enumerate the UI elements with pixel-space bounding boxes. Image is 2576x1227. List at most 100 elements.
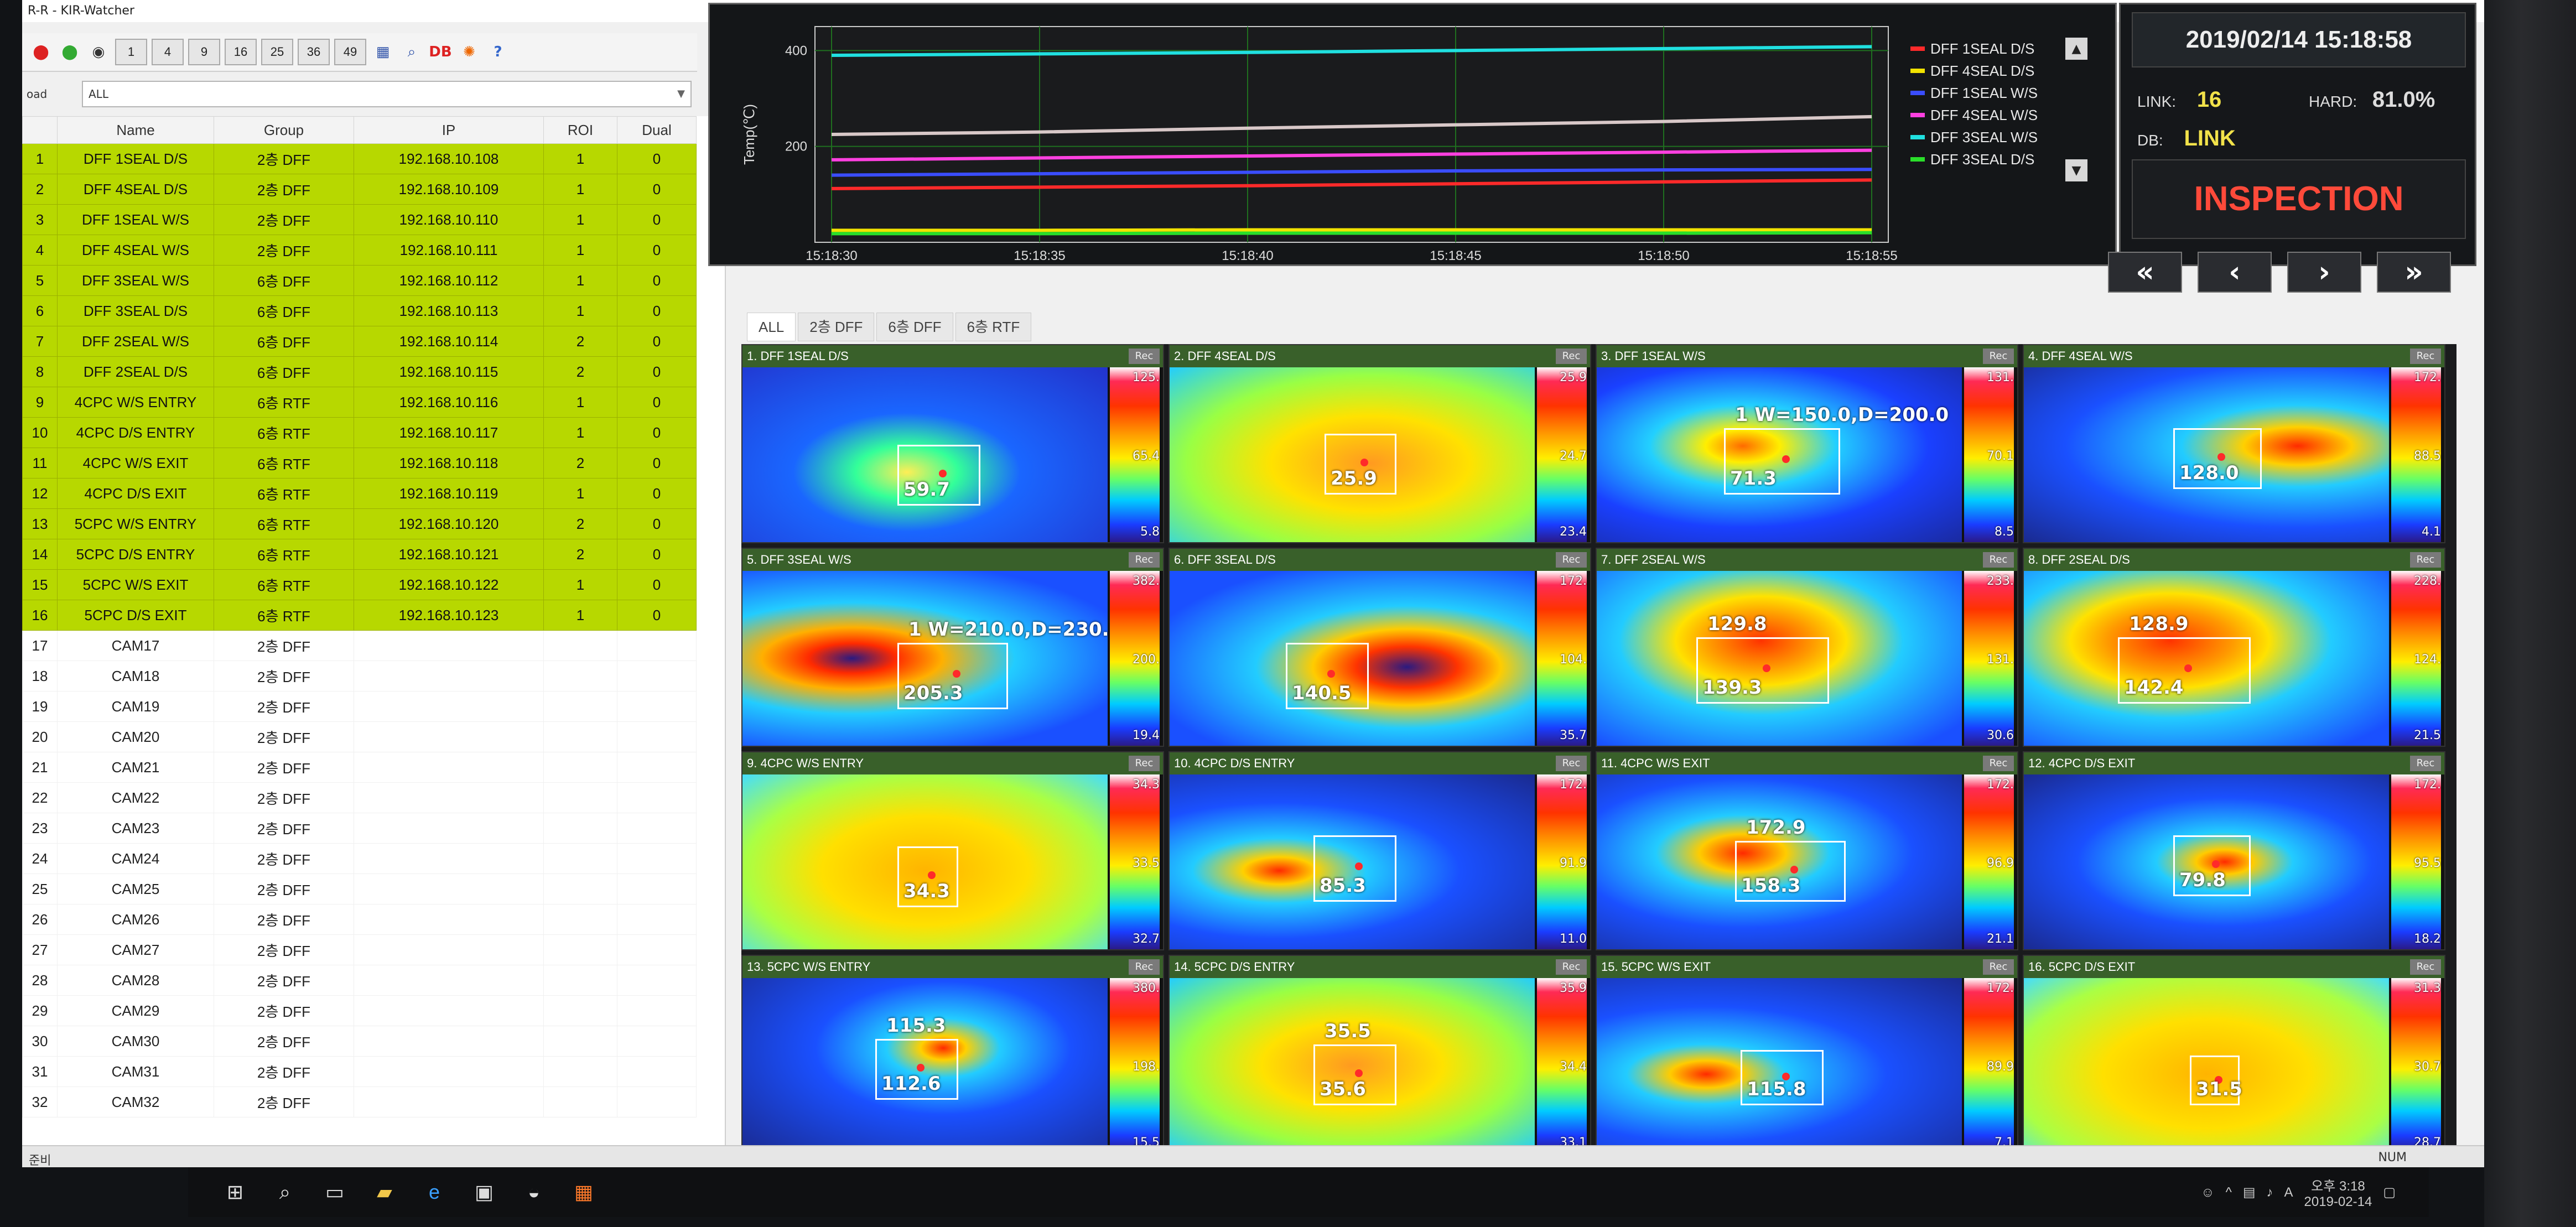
table-row[interactable]: 11 4CPC W/S EXIT 6층 RTF 192.168.10.118 2 0 bbox=[22, 448, 697, 479]
camera-tile[interactable]: 1. DFF 1SEAL D/S Rec 59.7 125. 65.4 5.8 bbox=[741, 344, 1164, 543]
nav-prev-button[interactable]: ‹ bbox=[2198, 252, 2272, 293]
camera-tile[interactable]: 5. DFF 3SEAL W/S Rec 205.3 1 W=210.0,D=230.… bbox=[741, 548, 1164, 747]
thermal-image[interactable]: 79.8 bbox=[2024, 774, 2389, 949]
tab-3[interactable]: 6층 RTF bbox=[955, 313, 1032, 341]
language-indicator[interactable]: A bbox=[2284, 1185, 2293, 1200]
thermal-image[interactable]: 71.3 1 W=150.0,D=200.0 bbox=[1597, 367, 1962, 542]
network-icon[interactable]: ▤ bbox=[2243, 1184, 2256, 1200]
table-row[interactable]: 17 CAM17 2층 DFF bbox=[22, 630, 697, 661]
layout-9-button[interactable]: 9 bbox=[188, 39, 220, 65]
table-row[interactable]: 29 CAM29 2층 DFF bbox=[22, 995, 697, 1026]
table-row[interactable]: 2 DFF 4SEAL D/S 2층 DFF 192.168.10.109 1 0 bbox=[22, 174, 697, 205]
record-button[interactable]: Rec bbox=[2410, 349, 2441, 364]
roi-box[interactable]: 79.8 bbox=[2173, 835, 2251, 896]
record-button[interactable]: Rec bbox=[1983, 552, 2014, 568]
kir-watcher-task-icon[interactable]: ▦ bbox=[570, 1178, 598, 1206]
table-row[interactable]: 32 CAM32 2층 DFF bbox=[22, 1086, 697, 1117]
thermal-image[interactable]: 35.6 35.5 bbox=[1170, 978, 1535, 1153]
table-row[interactable]: 8 DFF 2SEAL D/S 6층 DFF 192.168.10.115 2 0 bbox=[22, 356, 697, 387]
record-button[interactable]: Rec bbox=[2410, 959, 2441, 975]
table-row[interactable]: 28 CAM28 2층 DFF bbox=[22, 965, 697, 996]
thermal-image[interactable]: 139.3 129.8 bbox=[1597, 571, 1962, 746]
table-row[interactable]: 1 DFF 1SEAL D/S 2층 DFF 192.168.10.108 1 0 bbox=[22, 143, 697, 174]
windows-start-icon[interactable]: ⊞ bbox=[221, 1178, 249, 1206]
roi-box[interactable]: 205.3 bbox=[897, 643, 1008, 709]
camera-tile[interactable]: 10. 4CPC D/S ENTRY Rec 85.3 172. 91.9 11.0 bbox=[1168, 751, 1591, 950]
record-button[interactable]: Rec bbox=[2410, 552, 2441, 568]
col-header-dual[interactable]: Dual bbox=[617, 116, 697, 144]
layout-1-button[interactable]: 1 bbox=[115, 39, 147, 65]
camera-tile[interactable]: 3. DFF 1SEAL W/S Rec 71.3 1 W=150.0,D=200.0… bbox=[1596, 344, 2018, 543]
store-icon[interactable]: ▣ bbox=[470, 1178, 498, 1206]
roi-box[interactable]: 25.9 bbox=[1325, 434, 1396, 495]
table-row[interactable]: 21 CAM21 2층 DFF bbox=[22, 752, 697, 783]
roi-box[interactable]: 139.3 bbox=[1696, 637, 1829, 704]
record-button[interactable]: Rec bbox=[1556, 756, 1587, 771]
legend-scroll-down[interactable]: ▼ bbox=[2065, 159, 2087, 181]
col-header-name[interactable]: Name bbox=[57, 116, 214, 144]
roi-box[interactable]: 85.3 bbox=[1313, 835, 1396, 902]
chevron-up-icon[interactable]: ^ bbox=[2226, 1185, 2232, 1200]
table-row[interactable]: 26 CAM26 2층 DFF bbox=[22, 904, 697, 935]
table-row[interactable]: 13 5CPC W/S ENTRY 6층 RTF 192.168.10.120 2 0 bbox=[22, 508, 697, 539]
thermal-image[interactable]: 142.4 128.9 bbox=[2024, 571, 2389, 746]
roi-box[interactable]: 115.8 bbox=[1741, 1050, 1824, 1105]
record-button[interactable]: Rec bbox=[2410, 756, 2441, 771]
layout-49-button[interactable]: 49 bbox=[334, 39, 366, 65]
roi-box[interactable]: 31.5 bbox=[2190, 1056, 2242, 1105]
table-row[interactable]: 12 4CPC D/S EXIT 6층 RTF 192.168.10.119 1 0 bbox=[22, 478, 697, 509]
group-filter-select[interactable]: ALL ▼ bbox=[82, 81, 692, 107]
thermal-image[interactable]: 31.5 bbox=[2024, 978, 2389, 1153]
roi-box[interactable]: 140.5 bbox=[1286, 643, 1369, 709]
task-view-icon[interactable]: ▭ bbox=[321, 1178, 349, 1206]
col-header-roi[interactable]: ROI bbox=[543, 116, 617, 144]
table-row[interactable]: 14 5CPC D/S ENTRY 6층 RTF 192.168.10.121 2 0 bbox=[22, 539, 697, 570]
thermal-image[interactable]: 112.6 115.3 bbox=[742, 978, 1108, 1153]
record-button[interactable]: Rec bbox=[1556, 552, 1587, 568]
record-button[interactable]: Rec bbox=[1556, 959, 1587, 975]
table-row[interactable]: 31 CAM31 2층 DFF bbox=[22, 1056, 697, 1087]
camera-tile[interactable]: 14. 5CPC D/S ENTRY Rec 35.6 35.5 35.9 34.4 33.… bbox=[1168, 955, 1591, 1154]
record-button[interactable]: Rec bbox=[1129, 959, 1160, 975]
table-row[interactable]: 23 CAM23 2층 DFF bbox=[22, 813, 697, 844]
camera-tile[interactable]: 9. 4CPC W/S ENTRY Rec 34.3 34.3 33.5 32.7 bbox=[741, 751, 1164, 950]
roi-box[interactable]: 34.3 bbox=[897, 846, 958, 907]
thermal-image[interactable]: 59.7 bbox=[742, 367, 1108, 542]
camera-tile[interactable]: 12. 4CPC D/S EXIT Rec 79.8 172. 95.5 18.2 bbox=[2023, 751, 2445, 950]
layout-16-button[interactable]: 16 bbox=[225, 39, 257, 65]
thermal-image[interactable]: 128.0 bbox=[2024, 367, 2389, 542]
roi-box[interactable]: 142.4 bbox=[2118, 637, 2251, 704]
volume-icon[interactable]: ♪ bbox=[2267, 1185, 2273, 1200]
tab-0[interactable]: ALL bbox=[747, 313, 796, 341]
table-row[interactable]: 25 CAM25 2층 DFF bbox=[22, 874, 697, 904]
camera-tile[interactable]: 13. 5CPC W/S ENTRY Rec 112.6 115.3 380. 198. 1… bbox=[741, 955, 1164, 1154]
thermal-image[interactable]: 25.9 bbox=[1170, 367, 1535, 542]
alarm-icon[interactable]: ✺ bbox=[457, 40, 481, 64]
table-row[interactable]: 19 CAM19 2층 DFF bbox=[22, 691, 697, 722]
clock-time[interactable]: 오후 3:18 bbox=[2304, 1175, 2372, 1194]
roi-box[interactable]: 128.0 bbox=[2173, 428, 2262, 489]
roi-box[interactable]: 112.6 bbox=[875, 1039, 958, 1100]
camera-tile[interactable]: 8. DFF 2SEAL D/S Rec 142.4 128.9 228. 124. 21.… bbox=[2023, 548, 2445, 747]
record-button[interactable]: Rec bbox=[1983, 756, 2014, 771]
tab-2[interactable]: 6층 DFF bbox=[876, 313, 953, 341]
go-icon[interactable]: ⬤ bbox=[58, 40, 82, 64]
table-row[interactable]: 27 CAM27 2층 DFF bbox=[22, 934, 697, 965]
app-icon[interactable]: ◒ bbox=[520, 1178, 548, 1206]
thermal-image[interactable]: 205.3 1 W=210.0,D=230.0 bbox=[742, 571, 1108, 746]
layout-36-button[interactable]: 36 bbox=[298, 39, 330, 65]
table-row[interactable]: 20 CAM20 2층 DFF bbox=[22, 721, 697, 752]
col-header-group[interactable]: Group bbox=[214, 116, 354, 144]
camera-tile[interactable]: 6. DFF 3SEAL D/S Rec 140.5 172. 104. 35.7 bbox=[1168, 548, 1591, 747]
help-icon[interactable]: ? bbox=[486, 40, 510, 64]
camera-tile[interactable]: 11. 4CPC W/S EXIT Rec 158.3 172.9 172. 96.9 21… bbox=[1596, 751, 2018, 950]
record-button[interactable]: Rec bbox=[1983, 349, 2014, 364]
search-icon[interactable]: ⌕ bbox=[271, 1178, 299, 1206]
roi-box[interactable]: 35.6 bbox=[1313, 1044, 1396, 1105]
table-row[interactable]: 6 DFF 3SEAL D/S 6층 DFF 192.168.10.113 1 0 bbox=[22, 295, 697, 326]
table-row[interactable]: 5 DFF 3SEAL W/S 6층 DFF 192.168.10.112 1 0 bbox=[22, 265, 697, 296]
thermal-image[interactable]: 115.8 bbox=[1597, 978, 1962, 1153]
edge-browser-icon[interactable]: e bbox=[420, 1178, 448, 1206]
camera-tile[interactable]: 15. 5CPC W/S EXIT Rec 115.8 172. 89.9 7.1 bbox=[1596, 955, 2018, 1154]
nav-last-button[interactable]: » bbox=[2377, 252, 2451, 293]
